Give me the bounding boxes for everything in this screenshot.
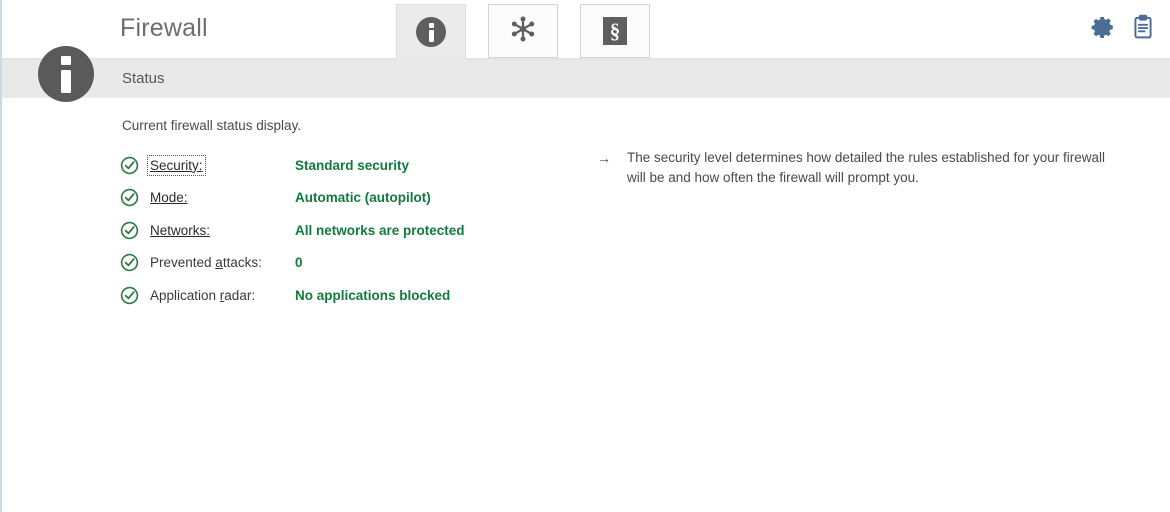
- check-circle-icon: [120, 221, 150, 240]
- status-bar-label: Status: [122, 70, 165, 87]
- arrow-right-icon: →: [597, 150, 611, 166]
- accel-char-3: a: [215, 255, 223, 271]
- status-label-prevented-attacks: Prevented attacks:: [150, 255, 295, 270]
- firewall-window: Firewall § Status Current firewall statu…: [0, 0, 1170, 512]
- accel-char-2: N: [150, 222, 160, 238]
- window-header: Firewall §: [2, 0, 1170, 60]
- status-label-application-radar: Application radar:: [150, 288, 295, 303]
- content-area: Current firewall status display. Securit…: [2, 98, 1170, 510]
- check-circle-icon: [120, 188, 150, 207]
- status-row-security: Security: Standard security: [120, 149, 465, 182]
- status-label-application-radar-pre: Application: [150, 287, 220, 303]
- accel-char-1: M: [150, 190, 162, 206]
- status-label-prevented-attacks-post: ttacks:: [222, 255, 262, 271]
- hint-panel: → The security level determines how deta…: [597, 148, 1117, 188]
- status-label-mode[interactable]: Mode:: [150, 190, 295, 205]
- status-label-prevented-attacks-pre: Prevented: [150, 255, 216, 271]
- status-label-networks-text: etworks:: [159, 222, 211, 238]
- status-value-prevented-attacks: 0: [295, 255, 303, 271]
- page-title: Firewall: [120, 14, 208, 42]
- status-list: Security: Standard security Mode: Automa…: [120, 149, 465, 312]
- report-clipboard-icon[interactable]: [1130, 14, 1156, 40]
- accel-char-0: S: [150, 157, 160, 173]
- section-sign-icon: §: [603, 17, 627, 45]
- check-circle-icon: [120, 253, 150, 272]
- status-bar: [2, 60, 1170, 98]
- network-hub-icon: [509, 15, 537, 48]
- tab-rules[interactable]: §: [580, 4, 650, 58]
- settings-gear-icon[interactable]: [1090, 14, 1116, 40]
- status-row-mode: Mode: Automatic (autopilot): [120, 182, 465, 215]
- tab-status[interactable]: [396, 4, 466, 60]
- check-circle-icon: [120, 286, 150, 305]
- info-circle-icon: [416, 17, 446, 47]
- check-circle-icon: [120, 156, 150, 175]
- status-row-prevented-attacks: Prevented attacks: 0: [120, 247, 465, 280]
- status-value-mode: Automatic (autopilot): [295, 190, 431, 206]
- header-tool-bar: [1090, 14, 1156, 40]
- status-label-application-radar-post: adar:: [224, 287, 256, 303]
- status-value-application-radar: No applications blocked: [295, 287, 451, 303]
- info-icon: [38, 46, 94, 102]
- intro-text: Current firewall status display.: [122, 118, 302, 133]
- hint-text: The security level determines how detail…: [627, 150, 1105, 185]
- tab-networks[interactable]: [488, 4, 558, 58]
- status-label-security[interactable]: Security:: [147, 154, 295, 176]
- status-value-security: Standard security: [295, 157, 410, 173]
- status-label-security-text: ecurity:: [159, 157, 203, 173]
- status-row-networks: Networks: All networks are protected: [120, 214, 465, 247]
- status-label-networks[interactable]: Networks:: [150, 223, 295, 238]
- status-value-networks: All networks are protected: [295, 222, 465, 238]
- status-label-mode-text: ode:: [161, 190, 188, 206]
- status-row-application-radar: Application radar: No applications block…: [120, 279, 465, 312]
